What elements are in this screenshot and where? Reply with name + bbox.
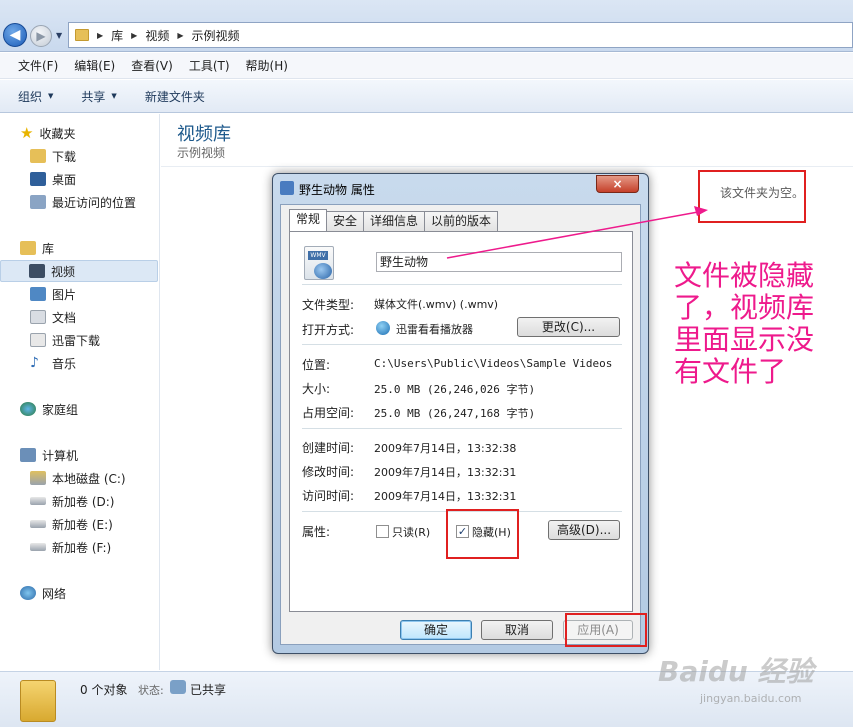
tab-general[interactable]: 常规 [289, 209, 328, 231]
annotation-arrow [446, 206, 708, 259]
